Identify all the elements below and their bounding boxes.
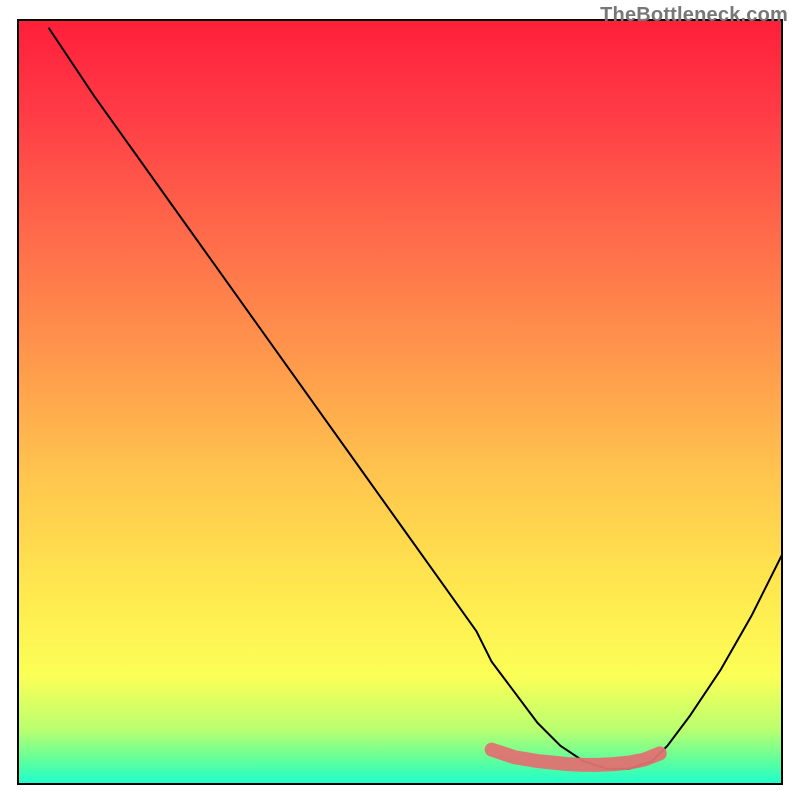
chart-canvas bbox=[0, 0, 800, 800]
bottleneck-chart: TheBottleneck.com bbox=[0, 0, 800, 800]
plot-background bbox=[18, 20, 782, 784]
watermark-label: TheBottleneck.com bbox=[600, 4, 788, 27]
